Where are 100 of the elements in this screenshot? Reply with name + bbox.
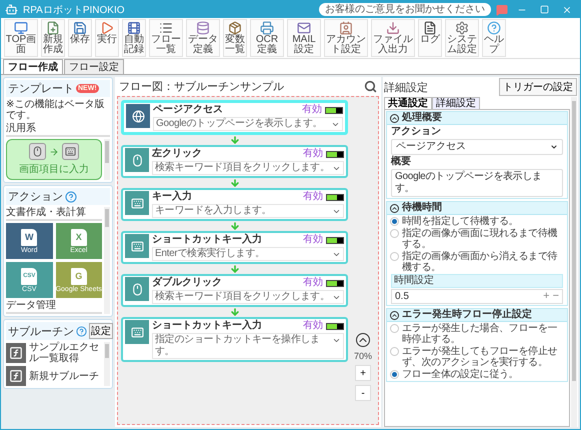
flow-title: フロー図：サブルーチンサンプル <box>119 80 285 94</box>
arrow-icon <box>230 221 240 231</box>
expand-icon[interactable] <box>332 336 341 345</box>
printer-icon <box>260 21 274 35</box>
scroll-up-icon[interactable] <box>356 333 370 347</box>
increment-button[interactable]: + <box>543 290 550 303</box>
zoom-in-button[interactable]: + <box>355 365 371 381</box>
window-title: RPAロボットPINOKIO <box>23 4 126 16</box>
toolbar-button[interactable]: 実行 <box>95 19 119 57</box>
tab[interactable]: フロー作成 <box>3 59 63 74</box>
enable-toggle[interactable] <box>325 106 343 114</box>
toolbar-button[interactable]: OCR定義 <box>250 19 284 57</box>
expand-icon[interactable] <box>332 250 341 259</box>
description-box: キーワードを入力します。 <box>152 204 344 218</box>
feedback-link[interactable]: お客様のご意見をお聞かせください <box>319 3 491 16</box>
maximize-icon <box>540 5 549 14</box>
list-icon <box>159 21 173 35</box>
section-title: 待機時間 <box>402 202 442 214</box>
arrow-icon <box>230 264 240 274</box>
expand-icon[interactable] <box>332 207 341 216</box>
status-label: 有効 <box>303 234 323 246</box>
toolbar-button[interactable]: ヘルプ <box>482 19 506 57</box>
enable-toggle[interactable] <box>326 236 344 244</box>
scrollbar[interactable] <box>571 97 577 427</box>
close-icon <box>562 4 572 14</box>
toolbar-button[interactable]: システム設定 <box>445 19 479 57</box>
status-label: 有効 <box>303 277 323 289</box>
search-icon[interactable] <box>364 80 377 93</box>
mouse-icon <box>29 143 46 160</box>
scrollbar[interactable] <box>104 207 110 314</box>
expand-icon[interactable] <box>331 120 340 129</box>
toolbar-button[interactable]: アカウント設定 <box>324 19 368 57</box>
toolbar-button[interactable]: 保存 <box>68 19 92 57</box>
enable-toggle[interactable] <box>326 150 344 158</box>
enable-toggle[interactable] <box>326 322 344 330</box>
tab[interactable]: 詳細設定 <box>432 97 480 109</box>
toolbar-button[interactable]: フロー一覧 <box>149 19 183 57</box>
flow-step-card[interactable]: ダブルクリック 有効 検索キーワード項目をクリックします。 <box>121 274 348 307</box>
flow-step-card[interactable]: ページアクセス 有効 Googleのトップページを表示します。 <box>121 100 348 135</box>
action-select[interactable]: ページアクセス <box>391 139 563 155</box>
tab[interactable]: フロー設定 <box>64 59 124 74</box>
tab[interactable]: 共通設定 <box>384 97 432 109</box>
radio-option[interactable]: 指定の画像が画面から消えるまで待機する。 <box>387 251 567 273</box>
enable-toggle[interactable] <box>326 280 344 286</box>
monitor-icon <box>14 21 28 35</box>
document-icon: G <box>70 268 87 284</box>
time-field[interactable]: 0.5 + − <box>391 289 563 304</box>
expand-icon[interactable] <box>332 293 341 302</box>
flow-step-card[interactable]: 左クリック 有効 検索キーワード項目をクリックします。 <box>121 145 348 178</box>
radio-option[interactable]: エラーが発生した場合、フローを一時停止する。 <box>387 323 567 345</box>
toolbar-button[interactable]: MAIL設定 <box>287 19 321 57</box>
download-icon <box>386 21 400 35</box>
flow-step-card[interactable]: ショートカットキー入力 有効 Enterで検索実行します。 <box>121 231 348 264</box>
keyboard-icon <box>125 234 149 258</box>
description-box: Enterで検索実行します。 <box>152 247 344 261</box>
help-icon[interactable] <box>76 326 87 336</box>
database-icon <box>196 21 210 35</box>
subroutine-item[interactable]: サンプルエクセル一覧取得 <box>6 342 102 364</box>
category-label: 文書作成・表計算 <box>6 207 102 221</box>
caret-icon <box>550 143 558 151</box>
flow-step-card[interactable]: キー入力 有効 キーワードを入力します。 <box>121 188 348 221</box>
scrollbar[interactable] <box>104 139 110 180</box>
collapse-icon[interactable] <box>390 204 399 212</box>
radio-option[interactable]: フロー全体の設定に従う。 <box>387 369 567 380</box>
description-box: 指定のショートカットキーを操作します。 <box>152 333 344 359</box>
zoom-out-button[interactable]: - <box>355 385 371 401</box>
status-label: 有効 <box>303 148 323 160</box>
collapse-icon[interactable] <box>390 310 399 320</box>
toolbar-button[interactable]: ログ <box>418 19 442 57</box>
collapse-icon[interactable] <box>390 114 399 122</box>
contact-card-icon <box>339 21 353 35</box>
step-title: ショートカットキー入力 <box>152 320 263 332</box>
settings-icon <box>455 21 469 35</box>
enable-toggle[interactable] <box>326 194 344 200</box>
step-title: 左クリック <box>152 148 203 160</box>
radio-option[interactable]: 指定の画像が画面に現れるまで待機する。 <box>387 228 567 250</box>
field-label: 時間設定 <box>391 274 563 288</box>
toolbar-button[interactable]: 新規作成 <box>41 19 65 57</box>
trigger-settings-button[interactable]: トリガーの設定 <box>499 78 577 96</box>
panel-title: 詳細設定 <box>384 80 429 94</box>
toolbar-button[interactable]: ファイル入出力 <box>371 19 415 57</box>
help-icon[interactable] <box>65 190 77 202</box>
document-icon <box>423 21 437 35</box>
overview-field[interactable]: Googleのトップページを表示します。 <box>391 169 563 197</box>
help-icon <box>487 21 501 35</box>
subroutine-item[interactable]: 新規サブルーチ <box>6 366 102 386</box>
step-title: ページアクセス <box>153 104 224 116</box>
toolbar-button[interactable]: データ定義 <box>186 19 220 57</box>
toolbar-button[interactable]: 自動記録 <box>122 19 146 57</box>
decrement-button[interactable]: − <box>552 290 559 303</box>
arrow-icon <box>230 135 240 145</box>
arrow-icon <box>49 146 59 156</box>
radio-option[interactable]: エラーが発生してもフローを停止せず、次のアクションを実行する。 <box>387 346 567 368</box>
scrollbar[interactable] <box>104 342 110 386</box>
toolbar-button[interactable]: 変数一覧 <box>223 19 247 57</box>
toolbar-button[interactable]: TOP画面 <box>4 19 38 57</box>
radio-option[interactable]: 時間を指定して待機する。 <box>387 216 567 227</box>
expand-icon[interactable] <box>332 164 341 173</box>
settings-button[interactable]: 設定 <box>89 323 113 339</box>
flow-step-card[interactable]: ショートカットキー入力 有効 指定のショートカットキーを操作します。 <box>121 317 348 362</box>
